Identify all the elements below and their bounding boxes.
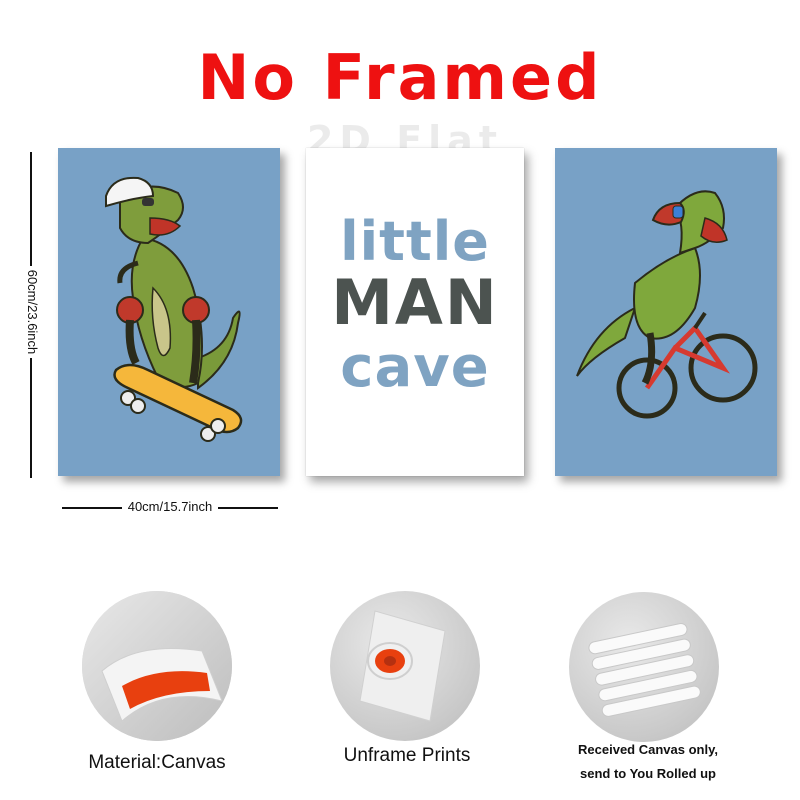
caption-rolled-line1: Received Canvas only,	[578, 742, 718, 757]
height-dimension-label: 60cm/23.6inch	[22, 212, 42, 412]
page-title: No Framed	[197, 41, 603, 114]
poster-right	[555, 148, 777, 476]
caption-unframe: Unframe Prints	[343, 745, 471, 766]
width-label-text: 40cm/15.7inch	[121, 499, 219, 514]
poster-text-man: MAN	[331, 266, 499, 339]
poster-left	[58, 148, 280, 476]
height-label-text: 60cm/23.6inch	[25, 265, 40, 359]
caption-rolled-line2: send to You Rolled up	[579, 766, 717, 781]
poster-text-cave: cave	[340, 335, 490, 400]
skateboard-dinosaur-illustration	[105, 176, 243, 442]
width-dimension-label: 40cm/15.7inch	[62, 497, 278, 517]
bicycle-dinosaur-illustration	[576, 190, 758, 419]
canvas-material-icon	[82, 591, 232, 741]
rolled-print-icon	[330, 591, 480, 741]
caption-rolled: Received Canvas only, send to You Rolled…	[548, 738, 748, 786]
poster-text-little: little	[340, 210, 490, 273]
rolled-tubes-icon	[569, 592, 719, 742]
caption-material: Material:Canvas	[88, 752, 226, 773]
poster-middle: little MAN cave	[306, 148, 524, 476]
